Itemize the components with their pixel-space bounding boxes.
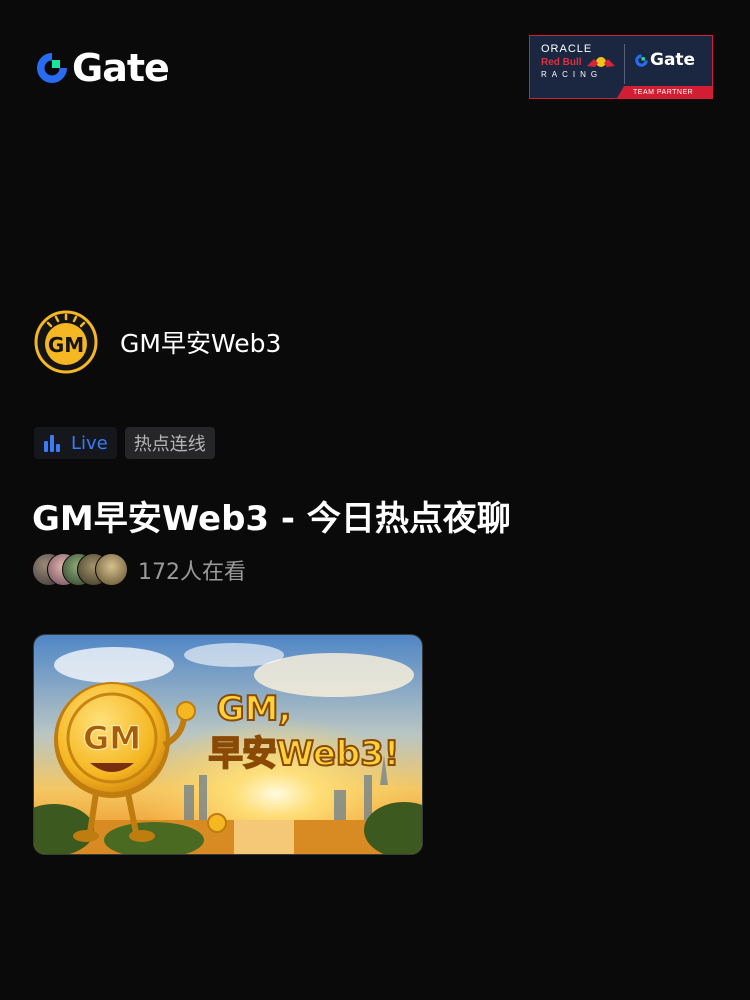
racing-text: RACING	[541, 70, 603, 79]
channel-avatar[interactable]: GM	[34, 310, 98, 374]
gate-logo[interactable]: Gate	[34, 46, 170, 90]
topic-tag-label: 热点连线	[133, 434, 206, 455]
live-tag-label: Live	[71, 432, 108, 454]
viewer-avatars	[32, 553, 128, 586]
viewers-text: 172人在看	[138, 559, 246, 585]
stream-title: GM早安Web3 - 今日热点夜聊	[32, 499, 511, 539]
team-partner-badge: ORACLE Red Bull RACING Gate TEAM PARTNER	[529, 35, 713, 99]
channel-name[interactable]: GM早安Web3	[120, 324, 281, 360]
viewer-count: 172人在看	[32, 553, 246, 586]
live-bars-icon	[44, 435, 60, 452]
gate-logo-text: Gate	[72, 46, 170, 90]
stream-cover-image[interactable]: GM GM, 早安Web3!	[33, 634, 423, 855]
partner-gate-text: Gate	[650, 50, 696, 70]
oracle-text: ORACLE	[541, 43, 593, 55]
channel-avatar-text: GM	[48, 333, 84, 357]
stream-tags: Live 热点连线	[34, 427, 215, 459]
avatar	[95, 553, 128, 586]
team-partner-text: TEAM PARTNER	[633, 89, 694, 96]
topic-tag[interactable]: 热点连线	[124, 427, 215, 459]
gate-logo-icon	[635, 53, 648, 67]
cover-coin-text: GM	[83, 719, 141, 757]
partner-gate-logo: Gate	[634, 50, 695, 70]
redbull-text: Red Bull	[541, 57, 582, 68]
redbull-icon	[587, 57, 615, 67]
live-tag: Live	[34, 427, 117, 459]
partner-divider	[624, 44, 625, 84]
cover-headline-line1: GM,	[217, 689, 292, 729]
cover-illustration: GM GM, 早安Web3!	[34, 635, 422, 854]
channel-header[interactable]: GM GM早安Web3	[34, 310, 281, 374]
cover-headline-line2: 早安Web3!	[209, 734, 400, 774]
gate-logo-icon	[37, 53, 67, 83]
